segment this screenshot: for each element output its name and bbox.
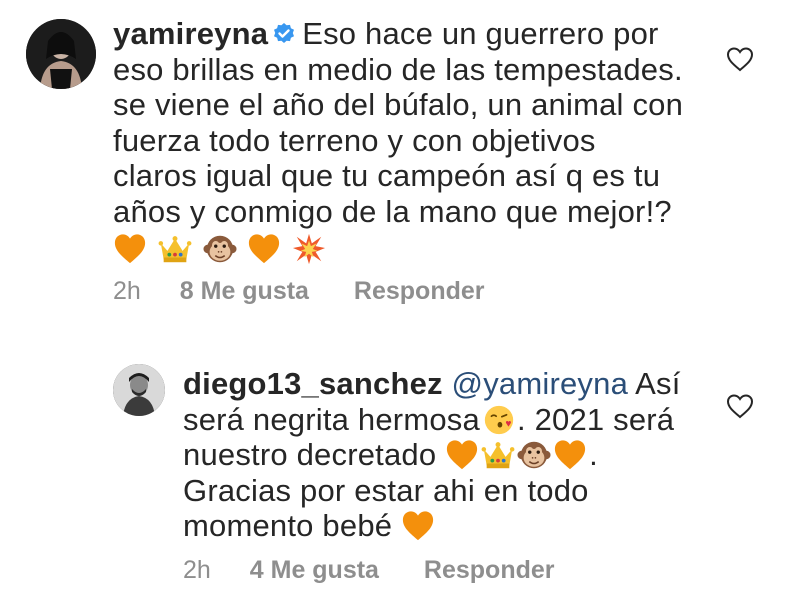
comment-meta: 2h 8 Me gusta Responder — [113, 277, 485, 306]
verified-badge-icon — [272, 22, 296, 46]
crown-emoji-icon — [481, 438, 515, 472]
orange-heart-emoji-icon — [553, 438, 587, 472]
comment-text-line: Así — [635, 366, 681, 401]
comment-text-line: eso brillas en medio de las tempestades. — [113, 51, 683, 87]
comment-text-line: años y conmigo de la mano que mejor!? — [113, 193, 672, 229]
comment-body: diego13_sanchez @yamireyna Así será negr… — [183, 366, 703, 544]
monkey-face-emoji-icon — [203, 232, 237, 266]
comment-time: 2h — [183, 556, 211, 584]
username[interactable]: yamireyna — [113, 16, 268, 51]
comment-text-line: nuestro decretado — [183, 437, 437, 472]
avatar-image — [113, 364, 165, 416]
mention-link[interactable]: @yamireyna — [452, 366, 628, 401]
comment-text-line: claros igual que tu campeón así q es tu — [113, 158, 661, 193]
collision-emoji-icon — [292, 232, 326, 266]
reply-button[interactable]: Responder — [424, 556, 555, 585]
comment-text-line: momento bebé — [183, 508, 393, 543]
kissing-face-emoji-icon — [482, 403, 516, 437]
orange-heart-emoji-icon — [247, 232, 281, 266]
crown-emoji-icon — [158, 232, 192, 266]
comment-text-line: . 2021 será — [516, 401, 675, 437]
comment-text-line: será negrita hermosa — [183, 401, 480, 437]
reply-button[interactable]: Responder — [354, 277, 485, 306]
avatar[interactable] — [113, 364, 165, 416]
username[interactable]: diego13_sanchez — [183, 366, 443, 401]
comment-text-line: Gracias por estar ahi en todo — [183, 472, 589, 508]
comment-text-line: Eso hace un guerrero por — [302, 16, 659, 51]
like-heart-icon[interactable] — [725, 44, 755, 74]
likes-count-link[interactable]: 4 Me gusta — [250, 556, 379, 585]
orange-heart-emoji-icon — [445, 438, 479, 472]
likes-count-link[interactable]: 8 Me gusta — [180, 277, 309, 306]
orange-heart-emoji-icon — [401, 509, 435, 543]
monkey-face-emoji-icon — [517, 438, 551, 472]
like-heart-icon[interactable] — [725, 391, 755, 421]
comment-text-line: . — [589, 437, 598, 472]
orange-heart-emoji-icon — [113, 232, 147, 266]
comment-text-line: fuerza todo terreno y con objetivos — [113, 122, 596, 158]
avatar[interactable] — [26, 19, 96, 89]
comment-body: yamireyna Eso hace un guerrero por eso br… — [113, 16, 713, 267]
comment-text-line: se viene el año del búfalo, un animal co… — [113, 87, 684, 122]
comment-meta: 2h 4 Me gusta Responder — [183, 556, 555, 585]
avatar-image — [26, 19, 96, 89]
comment-time: 2h — [113, 277, 141, 305]
emoji-row — [113, 231, 713, 267]
